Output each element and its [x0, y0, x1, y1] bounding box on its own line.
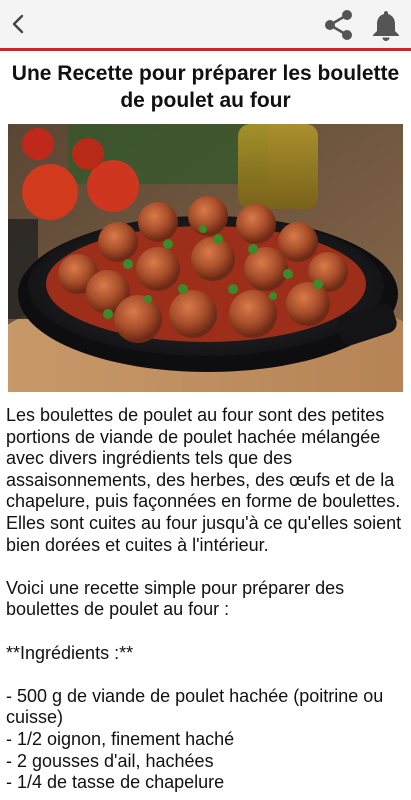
bell-icon [373, 11, 399, 41]
app-bar [0, 0, 411, 51]
recipe-image [8, 124, 403, 392]
notification-button[interactable] [365, 4, 407, 46]
ingredient-item: - 500 g de viande de poulet hachée (poit… [6, 685, 384, 728]
ingredients-heading: **Ingrédients :** [6, 642, 134, 663]
article-title: Une Recette pour préparer les boulette d… [11, 62, 400, 112]
ingredient-item: - 2 gousses d'ail, hachées [6, 750, 214, 771]
ingredient-item: - 1/2 oignon, finement haché [6, 728, 235, 749]
ingredients-list: - 500 g de viande de poulet hachée (poit… [6, 686, 406, 794]
intro-paragraph: Les boulettes de poulet au four sont des… [6, 405, 402, 555]
chevron-left-icon [12, 14, 24, 34]
article-body: Les boulettes de poulet au four sont des… [6, 405, 406, 794]
lead-paragraph: Voici une recette simple pour préparer d… [6, 577, 345, 620]
back-button[interactable] [0, 0, 36, 48]
share-icon [325, 10, 352, 40]
share-button[interactable] [318, 4, 360, 46]
ingredient-item: - 1/4 de tasse de chapelure [6, 772, 225, 793]
